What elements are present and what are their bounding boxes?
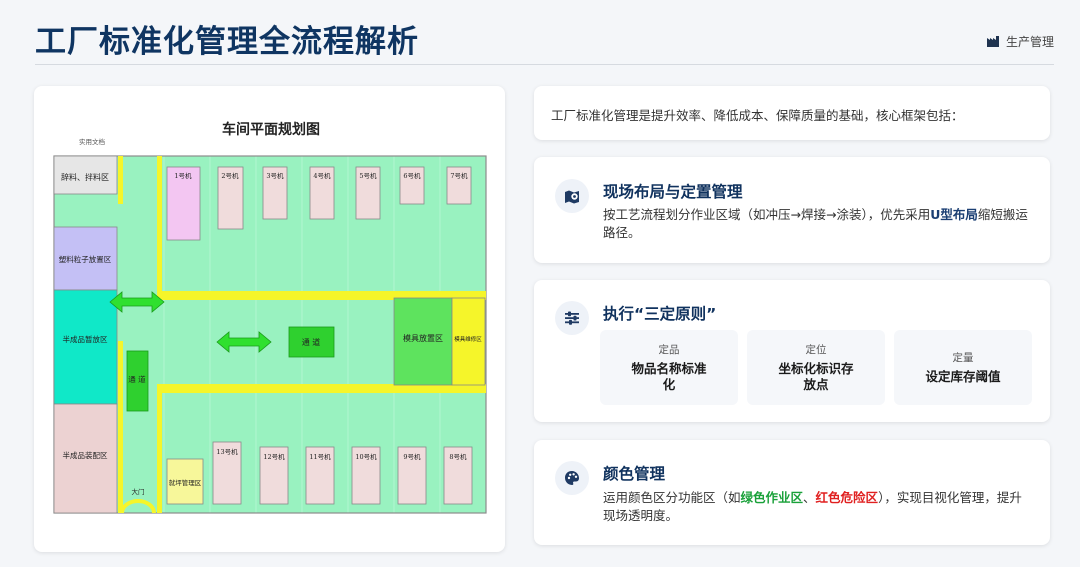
body-text: 运用颜色区分功能区（如 xyxy=(603,490,741,505)
page-title: 工厂标准化管理全流程解析 xyxy=(35,24,419,60)
machine-label: 5号机 xyxy=(359,171,377,180)
machine-label: 1号机 xyxy=(174,171,192,180)
machine-label: 13号机 xyxy=(216,447,238,456)
section-three-principles-card: 执行“三定原则” 定品 物品名称标准化 定位 坐标化标识存放点 定量 设定库存阈… xyxy=(534,280,1050,422)
zone-mold-storage: 模具放置区 xyxy=(403,333,443,343)
section-color-card: 颜色管理 运用颜色区分功能区（如绿色作业区、红色危险区），实现目视化管理，提升现… xyxy=(534,440,1050,545)
principle-value: 设定库存阈值 xyxy=(925,369,1001,384)
principle-label: 定品 xyxy=(658,344,680,356)
intro-card: 工厂标准化管理是提升效率、降低成本、保障质量的基础，核心框架包括： xyxy=(534,86,1050,140)
floor-plan-diagram: 车间平面规划图 实用文档 辞料、拌料区 塑料粒子放置区 半成品暂放区 半成品装配… xyxy=(53,121,487,514)
intro-text: 工厂标准化管理是提升效率、降低成本、保障质量的基础，核心框架包括： xyxy=(551,108,964,123)
body-text: 、 xyxy=(803,490,816,505)
zone-office: 就坪管理区 xyxy=(169,478,202,487)
principle-label: 定位 xyxy=(805,344,827,356)
machine-label: 9号机 xyxy=(403,452,421,461)
header-divider xyxy=(35,64,1054,65)
section-title: 颜色管理 xyxy=(603,465,666,483)
section-title: 执行“三定原则” xyxy=(603,305,717,323)
red-zone-highlight: 红色危险区 xyxy=(815,490,879,505)
aisle-center-label: 通 道 xyxy=(302,337,321,347)
principle-value: 物品名称标准化 xyxy=(631,361,707,392)
principles-grid: 定品 物品名称标准化 定位 坐标化标识存放点 定量 设定库存阈值 xyxy=(600,330,1032,405)
principle-card: 定位 坐标化标识存放点 xyxy=(747,330,885,405)
machine-label: 12号机 xyxy=(263,452,285,461)
zone-mold-repair: 模具维修区 xyxy=(454,335,482,343)
principle-card: 定量 设定库存阈值 xyxy=(894,330,1032,405)
zone-plastic-pellets: 塑料粒子放置区 xyxy=(59,254,112,264)
zone-semi-finished-temp: 半成品暂放区 xyxy=(63,334,108,344)
machine-label: 4号机 xyxy=(313,171,331,180)
green-zone-highlight: 绿色作业区 xyxy=(740,490,804,505)
section-body: 按工艺流程划分作业区域（如冲压→焊接→涂装），优先采用U型布局缩短搬运路径。 xyxy=(603,206,1032,242)
machine-label: 3号机 xyxy=(266,171,284,180)
machine-label: 2号机 xyxy=(221,171,239,180)
body-highlight: U型布局 xyxy=(930,207,978,222)
gate-label: 大门 xyxy=(132,487,145,496)
machine-label: 11号机 xyxy=(309,452,331,461)
palette-icon xyxy=(555,461,589,495)
machine-label: 7号机 xyxy=(450,171,468,180)
location-pin-icon xyxy=(555,179,589,213)
floor-plan-title: 车间平面规划图 xyxy=(222,121,320,138)
factory-icon xyxy=(986,36,999,47)
zone-semi-finished-assembly: 半成品装配区 xyxy=(63,450,108,460)
section-title: 现场布局与定置管理 xyxy=(603,183,743,201)
principle-card: 定品 物品名称标准化 xyxy=(600,330,738,405)
category-tag-label: 生产管理 xyxy=(1005,35,1054,49)
category-tag: 生产管理 xyxy=(986,33,1054,50)
section-layout-card: 现场布局与定置管理 按工艺流程划分作业区域（如冲压→焊接→涂装），优先采用U型布… xyxy=(534,157,1050,263)
body-text: 按工艺流程划分作业区域（如冲压→焊接→涂装），优先采用 xyxy=(603,207,931,222)
principle-value: 坐标化标识存放点 xyxy=(778,361,854,392)
page-header: 工厂标准化管理全流程解析 生产管理 xyxy=(0,0,1080,66)
floor-plan-card: 车间平面规划图 实用文档 辞料、拌料区 塑料粒子放置区 半成品暂放区 半成品装配… xyxy=(34,86,505,552)
machine-label: 10号机 xyxy=(355,452,377,461)
machine-label: 8号机 xyxy=(449,452,467,461)
machine-label: 6号机 xyxy=(403,171,421,180)
floor-plan-small-label: 实用文档 xyxy=(79,137,105,146)
principle-label: 定量 xyxy=(952,352,974,364)
sliders-icon xyxy=(555,301,589,335)
section-body: 运用颜色区分功能区（如绿色作业区、红色危险区），实现目视化管理，提升现场透明度。 xyxy=(603,489,1032,525)
zone-raw-material: 辞料、拌料区 xyxy=(61,172,109,182)
aisle-vertical-label: 通 道 xyxy=(128,374,146,384)
